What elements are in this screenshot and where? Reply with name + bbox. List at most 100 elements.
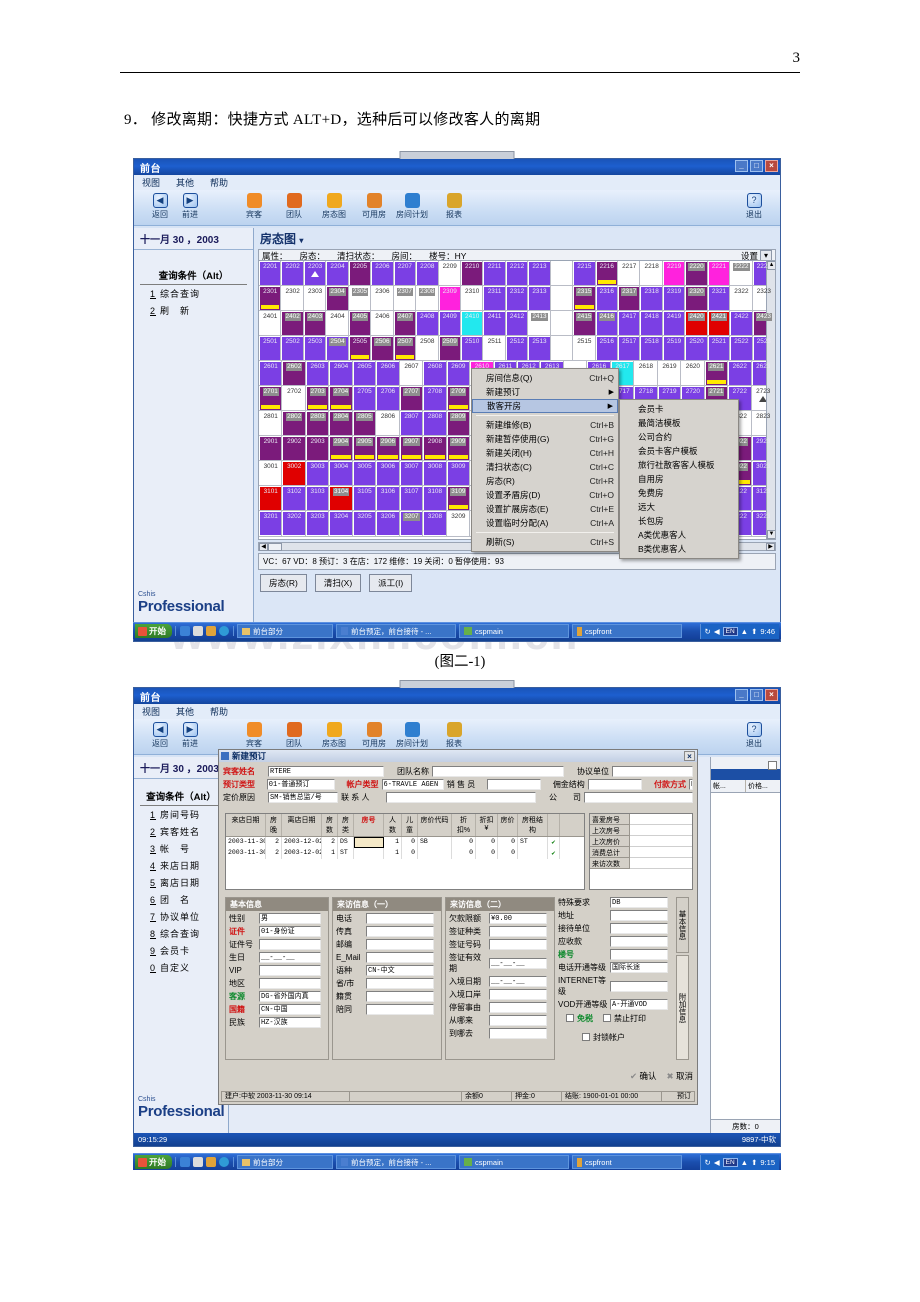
table-col-header[interactable]: 人数 [384,814,402,836]
sidebar-item-3[interactable]: 3帐 号 [134,840,228,857]
table-col-header[interactable] [548,814,560,836]
field-row[interactable]: 到哪去 [449,1028,551,1039]
room-cell[interactable]: 2222 [729,261,754,287]
room-cell[interactable]: 2508 [415,335,440,362]
room-cell[interactable]: 3202 [281,510,307,537]
input-account-type[interactable]: 6-TRAVLE AGEN [381,779,444,790]
history-value[interactable] [630,836,692,847]
room-cell[interactable]: 2702 [281,385,307,412]
vtab-additional-info[interactable]: 附加信息 [676,955,689,1060]
room-cell[interactable]: 2706 [375,385,401,412]
table-body[interactable]: 2003-11-30 2 2003-12-02 2 DS 1 0 SB 0 0 0 ST ✔ 2003-1… [226,837,584,859]
field-row[interactable]: 欠款限额 ¥0.00 [449,913,551,924]
room-cell[interactable]: 2220 [684,261,709,287]
scroll-right-icon[interactable]: ▶ [766,542,775,551]
table-cell[interactable]: 1 [322,848,338,859]
context-menu[interactable]: 房间信息(Q) Ctrl+Q 新建预订 ▶ 散客开房 ▶ 新建维修(B) Ctrl+B 新建暂停… [471,368,619,552]
sidebar-item-6[interactable]: 6团 名 [134,891,228,908]
minimize-button[interactable]: _ [735,160,748,172]
field-row[interactable]: 从哪来 [449,1015,551,1026]
field-row[interactable]: 地区 [229,978,325,989]
field-row[interactable]: 电话 [336,913,438,924]
table-col-header[interactable]: 房价 [498,814,518,836]
sidebar-item-refresh[interactable]: 2刷 新 [134,302,253,319]
table-col-header[interactable]: 房数 [322,814,338,836]
room-cell[interactable]: 2906 [375,435,401,462]
group-basic-fields[interactable]: 性别 男证件 01-身份证 证件号 生日 __-__-__ VIP 地区 客源 DG-省外国内真国… [226,911,328,1032]
room-cell[interactable]: 2806 [375,410,401,437]
table-cell[interactable] [518,848,548,859]
field-row[interactable]: 地址 [558,910,674,921]
room-cell[interactable]: 3006 [375,460,401,487]
sidebar-item-0[interactable]: 0 自定义 [134,959,228,976]
results-panel[interactable]: 帐... 价格... 房数：0 [710,757,780,1133]
room-cell[interactable]: 3203 [304,510,331,537]
volume-icon[interactable]: ◀ [714,1158,720,1167]
table-cell[interactable]: 2003-11-30 [226,837,266,848]
field-row[interactable]: 生日 __-__-__ [229,952,325,963]
room-cell[interactable]: 3106 [375,485,401,512]
table-cell[interactable]: 2003-12-02 [282,837,322,848]
field-row[interactable]: 入境口岸 [449,989,551,1000]
checkbox-2[interactable]: 封锁帐户 [582,1033,625,1042]
room-cell[interactable]: 2207 [392,261,418,287]
room-cell[interactable]: 2218 [639,261,664,287]
table-cell[interactable]: 2 [322,837,338,848]
input-reservation-type[interactable]: 01-普通预订 [266,779,335,790]
field-row[interactable]: 证件号 [229,939,325,950]
room-cell[interactable]: 2205 [347,261,373,287]
room-cell-empty[interactable] [549,310,575,337]
window1-buttonrow[interactable]: 房态(R) 清扫(X) 派工(I) [258,571,414,595]
room-cell[interactable]: 2901 [259,435,284,462]
sidebar-item-1[interactable]: 1 房间号码 [134,806,228,823]
chevron-down-icon[interactable]: ▾ [299,236,303,245]
room-cell[interactable]: 2313 [527,285,552,312]
room-cell[interactable]: 2201 [259,261,283,287]
toolbar-group[interactable]: 团队 [274,722,314,749]
vtab-basic-info[interactable]: 基本信息 [676,897,689,953]
room-cell[interactable]: 2208 [415,261,440,287]
table-cell[interactable]: 0 [476,848,498,859]
field-input[interactable] [366,952,434,963]
history-value[interactable] [630,847,692,858]
room-cell[interactable]: 2503 [302,335,328,362]
history-value[interactable] [630,858,692,869]
room-grid-row[interactable]: 2501 2502 2503 2504 2505 2506 2507 2508 2509 2510… [259,335,775,362]
window2-sidebar-list[interactable]: 1 房间号码 2 宾客姓名 3 帐 号 4 来店日期 5 离店日期 6 团 名 7 协议单位 8 综合查询 9 会… [134,806,228,976]
table-col-header[interactable]: 房号 [354,814,384,836]
language-indicator[interactable]: EN [722,1157,738,1167]
window1-controls[interactable]: _ □ × [735,160,778,172]
room-cell[interactable]: 2410 [459,310,485,337]
room-cell[interactable]: 2215 [572,261,597,287]
scroll-left-icon[interactable]: ◀ [259,542,268,551]
room-cell[interactable]: 2520 [684,335,709,362]
sidebar-item-8[interactable]: 8 综合查询 [134,925,228,942]
room-cell[interactable]: 2703 [304,385,331,412]
room-cell[interactable]: 2409 [437,310,462,337]
language-indicator[interactable]: EN [722,626,738,636]
ie-icon[interactable] [180,626,191,636]
room-cell[interactable]: 2709 [445,385,472,412]
field-input[interactable] [489,926,547,937]
menu-other[interactable]: 其他 [168,176,202,189]
menu-help[interactable]: 帮助 [202,176,236,189]
room-cell[interactable]: 3206 [375,510,401,537]
room-cell[interactable]: 3103 [304,485,331,512]
table-cell[interactable]: 2 [266,848,282,859]
context-menu-item[interactable]: 设置矛盾房(D) Ctrl+O [472,488,618,502]
room-cell[interactable]: 2507 [392,335,418,362]
room-cell[interactable]: 2417 [616,310,642,337]
input-contact[interactable] [386,792,536,803]
room-cell[interactable]: 3109 [445,485,472,512]
room-cell[interactable]: 2219 [661,261,687,287]
toolbar-roomchart[interactable]: 房态图 [314,722,354,749]
button-dispatch[interactable]: 派工(I) [369,574,413,592]
room-cell[interactable]: 2707 [398,385,425,412]
table-col-header[interactable]: 房类 [338,814,354,836]
field-row[interactable]: 国籍 CN-中国 [229,1004,325,1015]
toolbar-report[interactable]: 报表 [434,193,474,220]
table-cell[interactable]: 0 [476,837,498,848]
close-button[interactable]: × [765,160,778,172]
room-cell[interactable]: 2311 [482,285,507,312]
field-row[interactable]: VIP [229,965,325,976]
